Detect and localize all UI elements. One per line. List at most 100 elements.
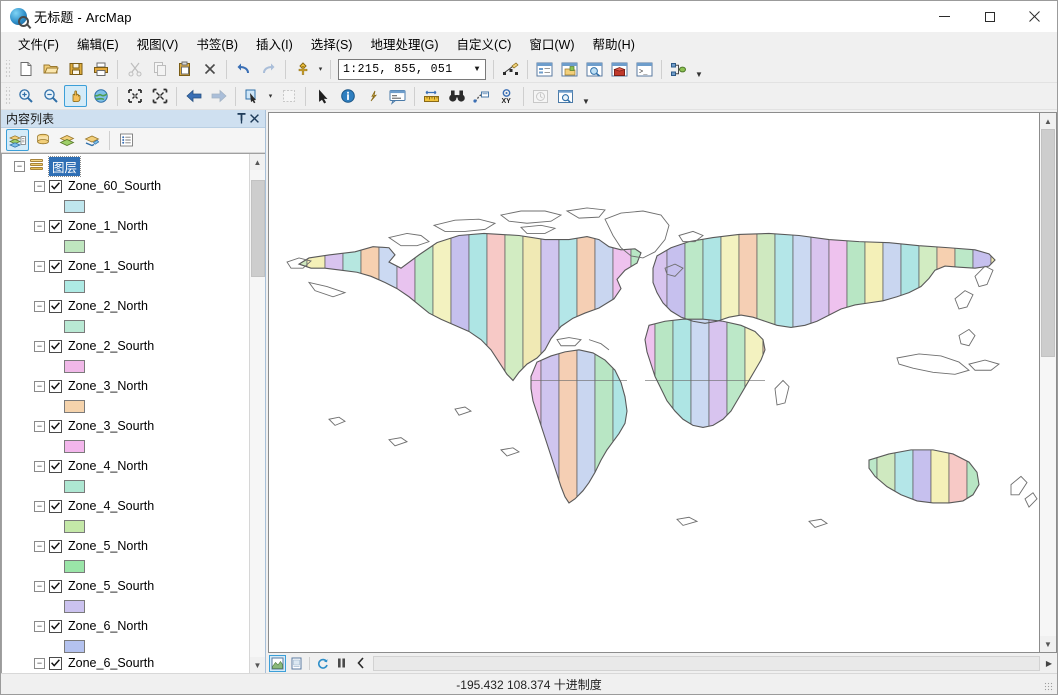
select-features-dropdown-caret-icon[interactable]: ▾	[265, 85, 276, 107]
collapse-panel-button[interactable]	[352, 655, 369, 672]
collapse-expander-icon[interactable]: −	[34, 580, 45, 592]
add-data-dropdown-caret-icon[interactable]: ▾	[315, 58, 326, 80]
toc-layer-row[interactable]: − Zone_5_Sourth	[22, 576, 249, 596]
toc-vertical-scrollbar[interactable]: ▲ ▼	[249, 154, 265, 673]
layer-visibility-checkbox[interactable]	[49, 656, 62, 670]
map-scale-combo[interactable]: 1:215, 855, 051 ▼	[338, 58, 486, 80]
catalog-window-button[interactable]	[558, 58, 581, 80]
python-window-button[interactable]: >_	[633, 58, 656, 80]
layer-symbol-swatch[interactable]	[64, 559, 85, 573]
menu-selection[interactable]: 选择(S)	[302, 31, 362, 56]
pan-button[interactable]	[64, 85, 87, 107]
layer-visibility-checkbox[interactable]	[49, 499, 62, 513]
refresh-view-button[interactable]	[314, 655, 331, 672]
layer-visibility-checkbox[interactable]	[49, 259, 62, 273]
resize-grip-icon[interactable]	[1044, 682, 1054, 692]
layer-visibility-checkbox[interactable]	[49, 419, 62, 433]
back-extent-button[interactable]	[182, 85, 205, 107]
toc-layer-row[interactable]: − Zone_6_Sourth	[22, 656, 249, 670]
menu-help[interactable]: 帮助(H)	[584, 31, 644, 56]
toc-layer-row[interactable]: − Zone_4_Sourth	[22, 496, 249, 516]
map-scroll-thumb[interactable]	[1041, 129, 1055, 358]
identify-button[interactable]	[336, 85, 359, 107]
layer-symbol-swatch[interactable]	[64, 639, 85, 653]
menu-edit[interactable]: 编辑(E)	[68, 31, 128, 56]
layer-visibility-checkbox[interactable]	[49, 459, 62, 473]
scroll-right-arrow-icon[interactable]: ▶	[1041, 656, 1057, 671]
map-scale-value[interactable]: 1:215, 855, 051	[339, 63, 469, 76]
pause-drawing-button[interactable]	[333, 655, 350, 672]
map-horizontal-scrollbar[interactable]	[373, 655, 1040, 671]
layer-symbol-swatch[interactable]	[64, 199, 85, 213]
toc-list-by-selection-button[interactable]	[81, 129, 104, 151]
toc-list-by-source-button[interactable]	[31, 129, 54, 151]
layer-symbol-swatch[interactable]	[64, 599, 85, 613]
collapse-expander-icon[interactable]: −	[34, 380, 45, 392]
forward-extent-button[interactable]	[207, 85, 230, 107]
scroll-down-arrow-icon[interactable]: ▼	[249, 657, 265, 673]
delete-button[interactable]	[198, 58, 221, 80]
toc-layer-row[interactable]: − Zone_60_Sourth	[22, 176, 249, 196]
toolbar-grip-icon[interactable]	[4, 86, 11, 106]
toc-layer-row[interactable]: − Zone_3_Sourth	[22, 416, 249, 436]
standard-toolbar-overflow-button[interactable]: ▼	[693, 58, 705, 80]
toc-scroll-track[interactable]	[249, 170, 265, 657]
layer-visibility-checkbox[interactable]	[49, 579, 62, 593]
menu-view[interactable]: 视图(V)	[128, 31, 188, 56]
new-document-button[interactable]	[14, 58, 37, 80]
data-view-button[interactable]	[269, 654, 286, 672]
toc-layer-row[interactable]: − Zone_2_North	[22, 296, 249, 316]
toc-layer-row[interactable]: − Zone_1_North	[22, 216, 249, 236]
toc-list-by-drawing-order-button[interactable]	[6, 129, 29, 151]
copy-button[interactable]	[148, 58, 171, 80]
collapse-expander-icon[interactable]: −	[34, 300, 45, 312]
toc-list-by-visibility-button[interactable]	[56, 129, 79, 151]
layer-symbol-swatch[interactable]	[64, 479, 85, 493]
collapse-expander-icon[interactable]: −	[34, 540, 45, 552]
fixed-zoom-in-button[interactable]	[123, 85, 146, 107]
tools-toolbar-overflow-button[interactable]: ▼	[580, 85, 592, 107]
full-extent-button[interactable]	[89, 85, 112, 107]
toc-options-button[interactable]	[115, 129, 138, 151]
toc-layer-row[interactable]: − Zone_1_Sourth	[22, 256, 249, 276]
collapse-expander-icon[interactable]: −	[34, 657, 45, 669]
model-builder-button[interactable]	[667, 58, 690, 80]
select-features-button[interactable]	[241, 85, 264, 107]
layer-symbol-swatch[interactable]	[64, 279, 85, 293]
toc-layer-row[interactable]: − Zone_5_North	[22, 536, 249, 556]
map-vertical-scrollbar[interactable]: ▲ ▼	[1040, 112, 1057, 653]
layer-visibility-checkbox[interactable]	[49, 179, 62, 193]
menu-window[interactable]: 窗口(W)	[520, 31, 583, 56]
collapse-expander-icon[interactable]: −	[34, 460, 45, 472]
collapse-expander-icon[interactable]: −	[34, 420, 45, 432]
scroll-up-arrow-icon[interactable]: ▲	[249, 154, 265, 170]
zoom-in-button[interactable]	[14, 85, 37, 107]
layer-visibility-checkbox[interactable]	[49, 339, 62, 353]
layer-visibility-checkbox[interactable]	[49, 299, 62, 313]
scale-chevron-down-icon[interactable]: ▼	[469, 60, 485, 79]
save-button[interactable]	[64, 58, 87, 80]
menu-insert[interactable]: 插入(I)	[247, 31, 302, 56]
table-of-contents-button[interactable]	[533, 58, 556, 80]
time-slider-button[interactable]	[529, 85, 552, 107]
layout-view-button[interactable]	[288, 655, 305, 672]
toc-scroll-thumb[interactable]	[250, 179, 265, 278]
add-data-button[interactable]	[291, 58, 314, 80]
toc-root-layers[interactable]: − 图层	[2, 155, 249, 177]
measure-button[interactable]	[420, 85, 443, 107]
html-popup-button[interactable]	[386, 85, 409, 107]
collapse-expander-icon[interactable]: −	[34, 620, 45, 632]
layer-symbol-swatch[interactable]	[64, 439, 85, 453]
find-button[interactable]	[445, 85, 468, 107]
layer-symbol-swatch[interactable]	[64, 319, 85, 333]
fixed-zoom-out-button[interactable]	[148, 85, 171, 107]
layer-symbol-swatch[interactable]	[64, 239, 85, 253]
menu-bookmarks[interactable]: 书签(B)	[187, 31, 247, 56]
redo-button[interactable]	[257, 58, 280, 80]
go-to-xy-button[interactable]: XY	[495, 85, 518, 107]
layer-symbol-swatch[interactable]	[64, 359, 85, 373]
collapse-expander-icon[interactable]: −	[34, 500, 45, 512]
collapse-expander-icon[interactable]: −	[14, 160, 25, 172]
editor-toolbar-button[interactable]	[499, 58, 522, 80]
layer-visibility-checkbox[interactable]	[49, 619, 62, 633]
